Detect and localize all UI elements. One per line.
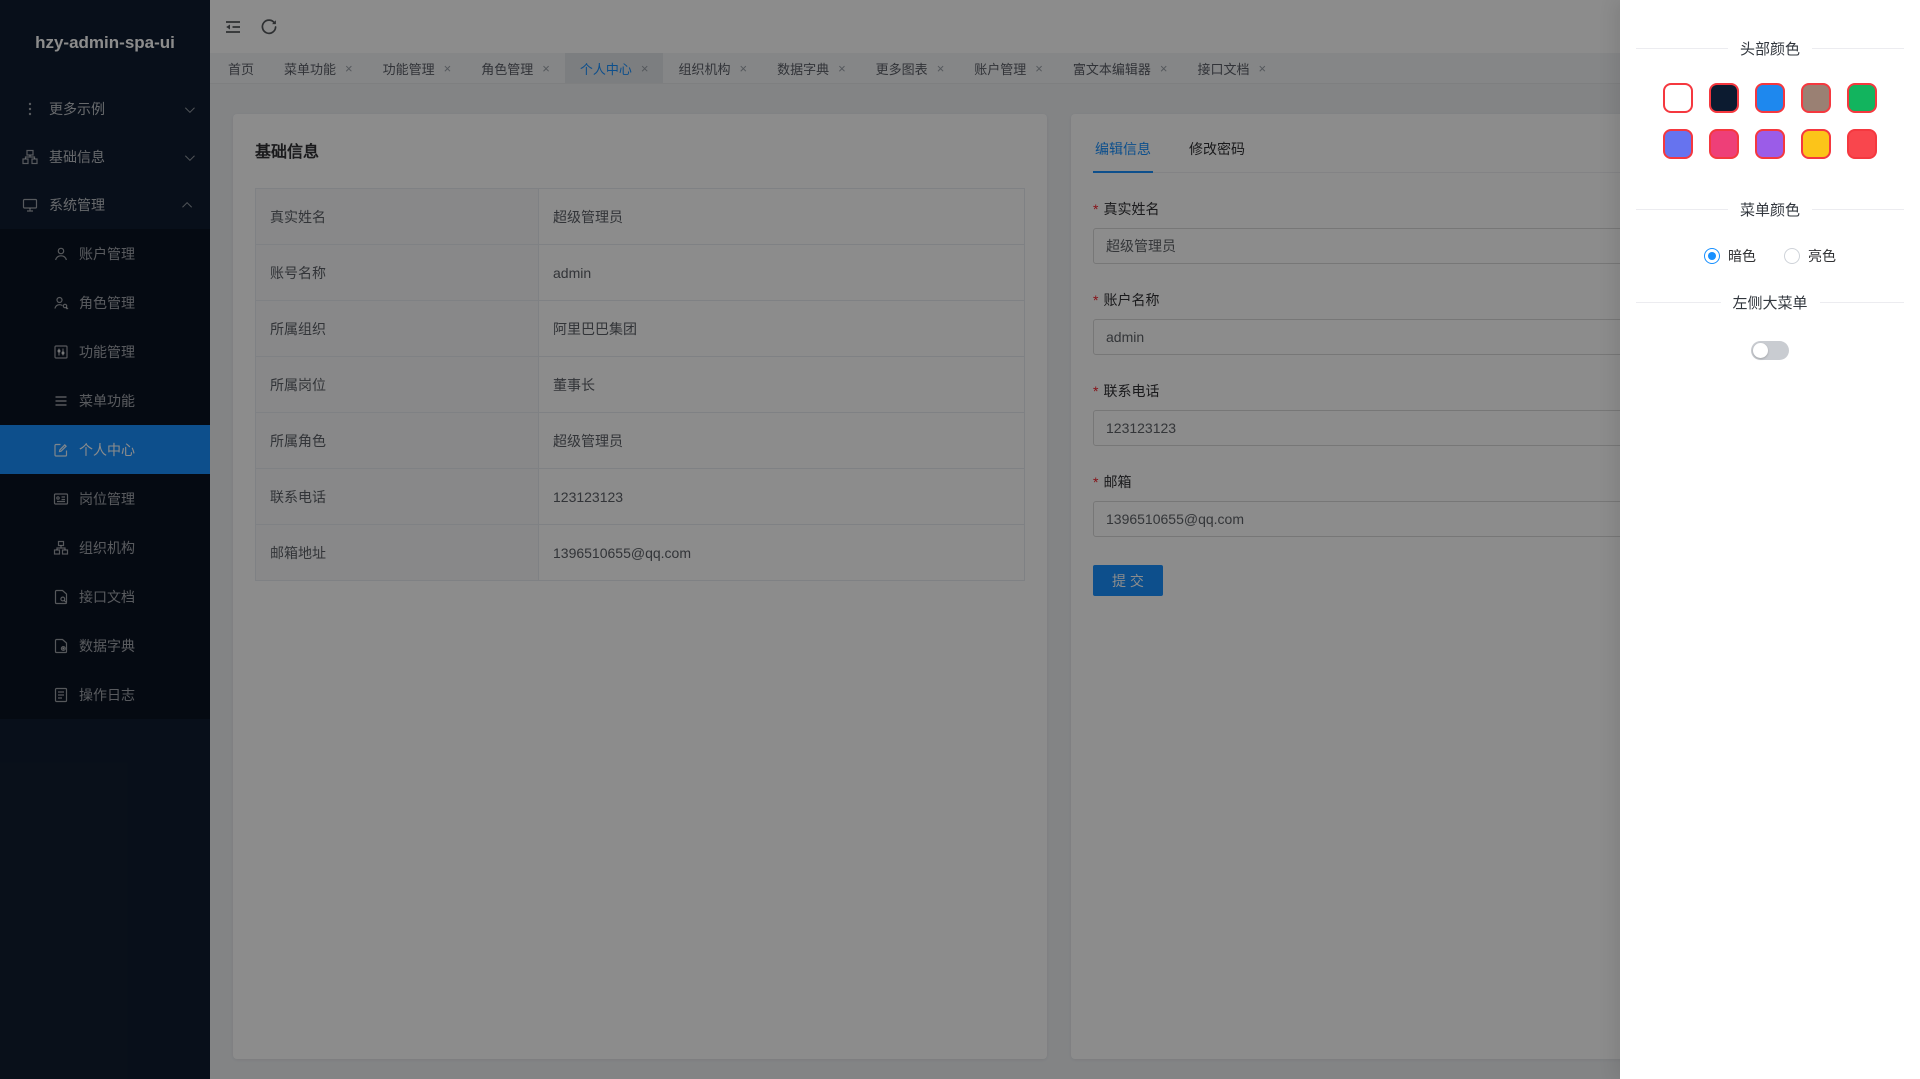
section-title-text: 左侧大菜单 (1733, 292, 1808, 313)
section-title-text: 头部颜色 (1740, 38, 1800, 59)
menu-color-options: 暗色 亮色 (1636, 246, 1904, 266)
big-menu-toggle[interactable] (1751, 341, 1789, 360)
color-swatch-navy[interactable] (1709, 83, 1739, 113)
radio-label: 亮色 (1808, 246, 1836, 266)
color-swatch-yellow[interactable] (1801, 129, 1831, 159)
divider (1812, 209, 1904, 210)
divider (1636, 48, 1728, 49)
toggle-knob (1753, 343, 1768, 358)
radio-light[interactable]: 亮色 (1784, 246, 1836, 266)
color-swatch-green[interactable] (1847, 83, 1877, 113)
radio-label: 暗色 (1728, 246, 1756, 266)
divider (1812, 48, 1904, 49)
color-swatch-indigo[interactable] (1663, 129, 1693, 159)
color-swatch-brown[interactable] (1801, 83, 1831, 113)
color-swatch-pink[interactable] (1709, 129, 1739, 159)
big-menu-section-title: 左侧大菜单 (1636, 292, 1904, 313)
divider (1636, 302, 1721, 303)
radio-dark[interactable]: 暗色 (1704, 246, 1756, 266)
settings-drawer: 头部颜色 菜单颜色 暗色 亮色 左侧大菜单 (1620, 0, 1920, 1079)
header-color-swatches (1636, 83, 1904, 159)
color-swatch-red[interactable] (1847, 129, 1877, 159)
radio-icon (1784, 248, 1800, 264)
menu-color-section-title: 菜单颜色 (1636, 199, 1904, 220)
big-menu-toggle-row (1636, 341, 1904, 360)
divider (1820, 302, 1905, 303)
color-swatch-white[interactable] (1663, 83, 1693, 113)
section-title-text: 菜单颜色 (1740, 199, 1800, 220)
header-color-section-title: 头部颜色 (1636, 38, 1904, 59)
divider (1636, 209, 1728, 210)
radio-icon (1704, 248, 1720, 264)
color-swatch-purple[interactable] (1755, 129, 1785, 159)
color-swatch-blue[interactable] (1755, 83, 1785, 113)
